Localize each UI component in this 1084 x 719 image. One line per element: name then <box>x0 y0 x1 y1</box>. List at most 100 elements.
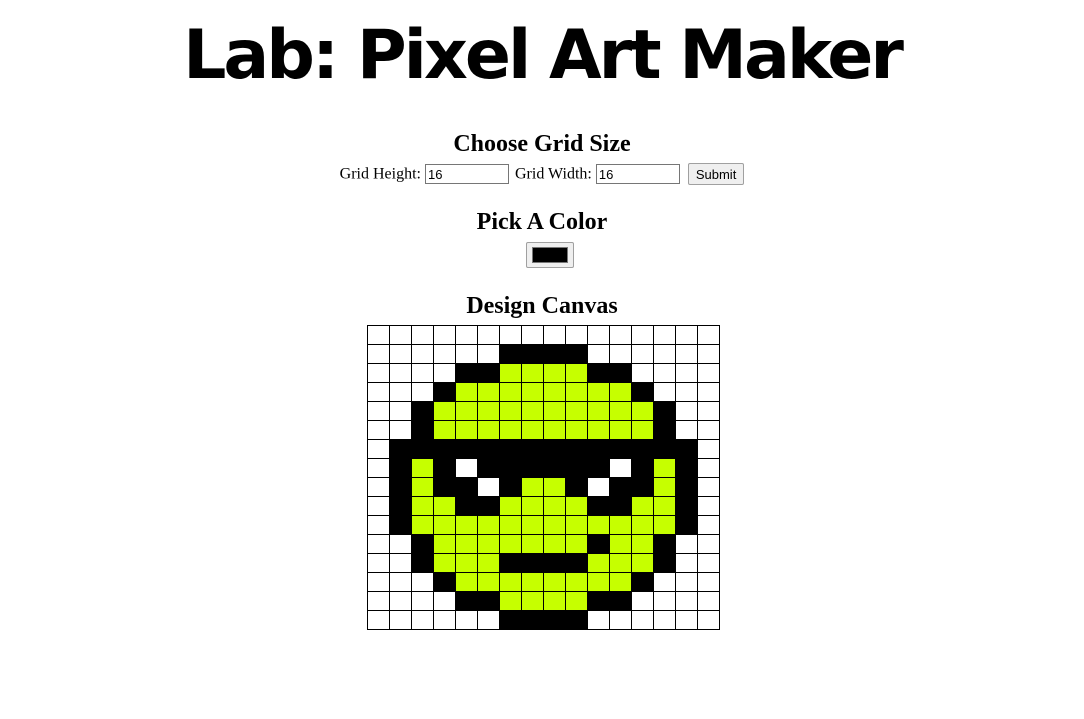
canvas-cell[interactable] <box>653 515 676 535</box>
canvas-cell[interactable] <box>697 458 720 478</box>
canvas-cell[interactable] <box>389 553 412 573</box>
canvas-cell[interactable] <box>389 401 412 421</box>
canvas-cell[interactable] <box>455 591 478 611</box>
canvas-cell[interactable] <box>433 401 456 421</box>
canvas-cell[interactable] <box>587 420 610 440</box>
canvas-cell[interactable] <box>389 420 412 440</box>
canvas-cell[interactable] <box>499 553 522 573</box>
canvas-cell[interactable] <box>367 344 390 364</box>
canvas-cell[interactable] <box>675 515 698 535</box>
canvas-cell[interactable] <box>521 458 544 478</box>
canvas-cell[interactable] <box>697 572 720 592</box>
canvas-cell[interactable] <box>411 325 434 345</box>
canvas-cell[interactable] <box>697 325 720 345</box>
canvas-cell[interactable] <box>631 591 654 611</box>
canvas-cell[interactable] <box>631 420 654 440</box>
canvas-cell[interactable] <box>675 420 698 440</box>
canvas-cell[interactable] <box>697 420 720 440</box>
canvas-cell[interactable] <box>697 534 720 554</box>
canvas-cell[interactable] <box>565 458 588 478</box>
canvas-cell[interactable] <box>477 363 500 383</box>
canvas-cell[interactable] <box>653 591 676 611</box>
canvas-cell[interactable] <box>521 439 544 459</box>
canvas-cell[interactable] <box>367 458 390 478</box>
canvas-cell[interactable] <box>433 363 456 383</box>
canvas-cell[interactable] <box>543 363 566 383</box>
canvas-cell[interactable] <box>565 363 588 383</box>
canvas-cell[interactable] <box>455 325 478 345</box>
canvas-cell[interactable] <box>455 382 478 402</box>
canvas-cell[interactable] <box>565 553 588 573</box>
canvas-cell[interactable] <box>565 534 588 554</box>
canvas-cell[interactable] <box>367 534 390 554</box>
canvas-cell[interactable] <box>411 534 434 554</box>
canvas-cell[interactable] <box>653 439 676 459</box>
canvas-cell[interactable] <box>543 496 566 516</box>
canvas-cell[interactable] <box>367 496 390 516</box>
canvas-cell[interactable] <box>521 344 544 364</box>
canvas-cell[interactable] <box>521 591 544 611</box>
canvas-cell[interactable] <box>433 534 456 554</box>
canvas-cell[interactable] <box>609 401 632 421</box>
canvas-cell[interactable] <box>675 553 698 573</box>
canvas-cell[interactable] <box>455 477 478 497</box>
canvas-cell[interactable] <box>521 496 544 516</box>
canvas-cell[interactable] <box>653 458 676 478</box>
canvas-cell[interactable] <box>477 610 500 630</box>
canvas-cell[interactable] <box>411 553 434 573</box>
canvas-cell[interactable] <box>521 382 544 402</box>
canvas-cell[interactable] <box>543 401 566 421</box>
canvas-cell[interactable] <box>433 477 456 497</box>
canvas-cell[interactable] <box>455 534 478 554</box>
canvas-cell[interactable] <box>433 591 456 611</box>
canvas-cell[interactable] <box>499 496 522 516</box>
canvas-cell[interactable] <box>367 439 390 459</box>
canvas-cell[interactable] <box>389 496 412 516</box>
canvas-cell[interactable] <box>609 458 632 478</box>
canvas-cell[interactable] <box>499 591 522 611</box>
canvas-cell[interactable] <box>631 363 654 383</box>
canvas-cell[interactable] <box>411 420 434 440</box>
canvas-cell[interactable] <box>367 610 390 630</box>
canvas-cell[interactable] <box>697 610 720 630</box>
canvas-cell[interactable] <box>455 496 478 516</box>
canvas-cell[interactable] <box>697 401 720 421</box>
canvas-cell[interactable] <box>433 515 456 535</box>
canvas-cell[interactable] <box>587 439 610 459</box>
canvas-cell[interactable] <box>521 401 544 421</box>
canvas-cell[interactable] <box>587 572 610 592</box>
canvas-cell[interactable] <box>521 363 544 383</box>
canvas-cell[interactable] <box>587 496 610 516</box>
canvas-cell[interactable] <box>653 382 676 402</box>
canvas-cell[interactable] <box>653 572 676 592</box>
canvas-cell[interactable] <box>411 572 434 592</box>
canvas-cell[interactable] <box>455 515 478 535</box>
canvas-cell[interactable] <box>543 534 566 554</box>
canvas-cell[interactable] <box>675 382 698 402</box>
canvas-cell[interactable] <box>455 363 478 383</box>
canvas-cell[interactable] <box>477 458 500 478</box>
canvas-cell[interactable] <box>609 572 632 592</box>
canvas-cell[interactable] <box>477 572 500 592</box>
canvas-cell[interactable] <box>587 477 610 497</box>
canvas-cell[interactable] <box>477 591 500 611</box>
canvas-cell[interactable] <box>455 458 478 478</box>
grid-height-input[interactable] <box>425 164 509 185</box>
canvas-cell[interactable] <box>609 382 632 402</box>
canvas-cell[interactable] <box>521 477 544 497</box>
canvas-cell[interactable] <box>543 344 566 364</box>
canvas-cell[interactable] <box>411 610 434 630</box>
canvas-cell[interactable] <box>675 496 698 516</box>
canvas-cell[interactable] <box>477 382 500 402</box>
canvas-cell[interactable] <box>521 515 544 535</box>
canvas-cell[interactable] <box>499 477 522 497</box>
canvas-cell[interactable] <box>653 496 676 516</box>
canvas-cell[interactable] <box>675 325 698 345</box>
canvas-cell[interactable] <box>631 344 654 364</box>
canvas-cell[interactable] <box>433 610 456 630</box>
canvas-cell[interactable] <box>543 458 566 478</box>
canvas-cell[interactable] <box>587 363 610 383</box>
canvas-cell[interactable] <box>609 534 632 554</box>
canvas-cell[interactable] <box>521 572 544 592</box>
canvas-cell[interactable] <box>697 591 720 611</box>
